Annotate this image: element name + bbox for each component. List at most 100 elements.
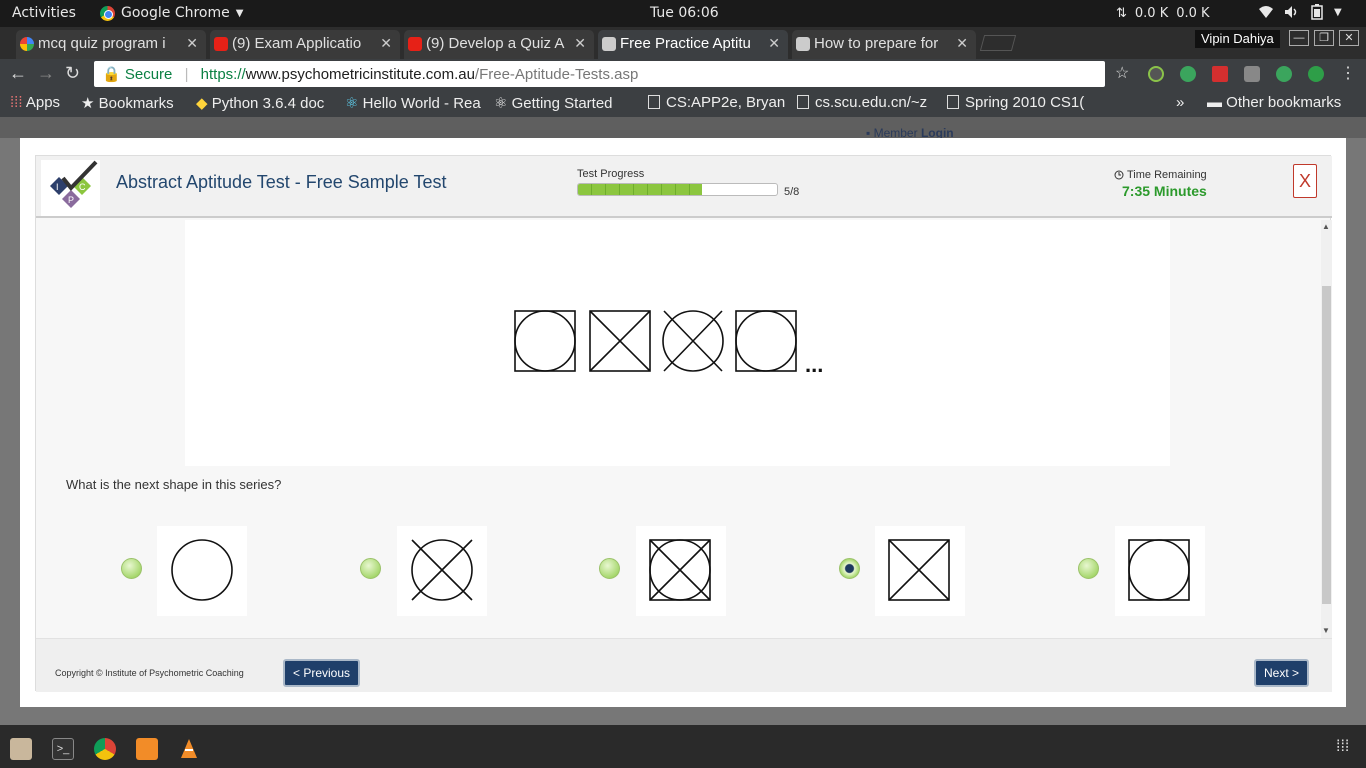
star-icon[interactable]: ☆: [1115, 63, 1129, 83]
previous-button[interactable]: < Previous: [283, 659, 361, 687]
next-button[interactable]: Next >: [1254, 659, 1310, 687]
answer-radio[interactable]: [1078, 558, 1099, 579]
tab-free-practice[interactable]: Free Practice Aptitu ✕: [598, 30, 788, 59]
answer-radio-selected[interactable]: [839, 558, 860, 579]
scroll-up-arrow-icon[interactable]: ▲: [1322, 222, 1330, 231]
extension-icon[interactable]: [1148, 66, 1164, 82]
show-applications-grid-icon[interactable]: ⁞⁞⁞: [1336, 738, 1358, 760]
close-icon[interactable]: ✕: [956, 35, 968, 52]
bookmark-label: Bookmarks: [98, 95, 174, 112]
tab-mcq-quiz[interactable]: mcq quiz program i ✕: [16, 30, 206, 59]
vlc-icon[interactable]: [178, 738, 200, 760]
menu-kebab-icon[interactable]: ⋮: [1340, 63, 1356, 83]
clock-icon: [1114, 170, 1124, 180]
grammarly-icon[interactable]: [1180, 66, 1196, 82]
bookmark-item[interactable]: cs.scu.edu.cn/~z: [797, 94, 935, 111]
forward-arrow-icon[interactable]: →: [37, 63, 55, 84]
url-scheme: https://: [200, 66, 246, 83]
sublime-text-icon[interactable]: [136, 738, 158, 760]
answer-shape-square-x[interactable]: [875, 526, 965, 616]
page-icon: [648, 95, 660, 109]
bookmark-item[interactable]: Spring 2010 CS1(: [947, 94, 1085, 111]
new-tab-button[interactable]: [979, 35, 1017, 51]
other-bookmarks-label: Other bookmarks: [1226, 94, 1342, 111]
terminal-icon[interactable]: >_: [52, 738, 74, 760]
transfer-icon: ⇅: [1116, 6, 1127, 21]
answer-shape-circle-x[interactable]: [397, 526, 487, 616]
answer-shape-square-circle[interactable]: [1115, 526, 1205, 616]
url-path: /Free-Aptitude-Tests.asp: [474, 66, 639, 83]
svg-text:P: P: [68, 195, 74, 205]
bookmark-label: Python 3.6.4 doc: [211, 95, 325, 112]
tab-strip: mcq quiz program i ✕ (9) Exam Applicatio…: [0, 27, 1366, 59]
tab-label: How to prepare for: [814, 35, 939, 52]
maximize-button[interactable]: ❐: [1314, 30, 1334, 46]
profile-button[interactable]: Vipin Dahiya: [1195, 30, 1280, 48]
tab-how-to-prepare[interactable]: How to prepare for ✕: [792, 30, 976, 59]
apps-shortcut[interactable]: ⁞⁞⁞ Apps: [10, 94, 60, 111]
browser-toolbar: ← → ↻ 🔒 Secure | https://www.psychometri…: [0, 59, 1366, 89]
bookmark-item[interactable]: ⚛ Getting Started: [494, 94, 632, 112]
tab-exam-application[interactable]: (9) Exam Applicatio ✕: [210, 30, 400, 59]
reload-icon[interactable]: ↻: [65, 63, 80, 84]
tab-develop-quiz[interactable]: (9) Develop a Quiz A ✕: [404, 30, 594, 59]
dollar-extension-icon[interactable]: [1276, 66, 1292, 82]
close-icon[interactable]: ✕: [186, 35, 198, 52]
apps-label: Apps: [25, 94, 61, 111]
progress-label: Test Progress: [577, 168, 645, 180]
youtube-icon: [408, 37, 422, 51]
net-up: 0.0 K: [1134, 6, 1169, 21]
time-remaining-label-group: Time Remaining: [1114, 169, 1207, 181]
files-icon[interactable]: [10, 738, 32, 760]
bookmark-item[interactable]: ★ Bookmarks: [81, 94, 174, 112]
bookmark-label: Spring 2010 CS1(: [965, 94, 1085, 111]
answer-shape-circle[interactable]: [157, 526, 247, 616]
close-icon[interactable]: ✕: [768, 35, 780, 52]
back-arrow-icon[interactable]: ←: [9, 63, 27, 84]
modal-title: Abstract Aptitude Test - Free Sample Tes…: [116, 172, 447, 192]
minimize-button[interactable]: —: [1289, 30, 1309, 46]
series-shape-square-x: [589, 310, 651, 372]
window-close-button[interactable]: ✕: [1339, 30, 1359, 46]
answer-radio[interactable]: [360, 558, 381, 579]
bookmarks-overflow-button[interactable]: »: [1176, 94, 1184, 111]
system-tray[interactable]: ▼: [1258, 4, 1342, 20]
series-shape-square-circle: [735, 310, 797, 372]
svg-text:I: I: [56, 182, 59, 192]
question-image: ...: [185, 220, 1170, 466]
ipc-favicon-icon: [796, 37, 810, 51]
answer-radio[interactable]: [599, 558, 620, 579]
chrome-icon[interactable]: [94, 738, 116, 760]
question-text: What is the next shape in this series?: [66, 477, 282, 492]
progress-bar: [577, 183, 778, 196]
app-menu-label: Google Chrome: [121, 5, 230, 21]
clock[interactable]: Tue 06:06: [650, 5, 719, 21]
answer-shape-square-circle-x[interactable]: [636, 526, 726, 616]
bookmark-label: CS:APP2e, Bryan: [666, 94, 786, 111]
app-menu[interactable]: Google Chrome ▼: [100, 5, 243, 21]
close-icon[interactable]: ✕: [380, 35, 392, 52]
bookmark-label: Getting Started: [511, 95, 613, 112]
other-bookmarks[interactable]: ▬ Other bookmarks: [1207, 94, 1341, 111]
bookmark-item[interactable]: CS:APP2e, Bryan: [648, 94, 786, 111]
address-bar[interactable]: 🔒 Secure | https://www.psychometricinsti…: [94, 61, 1105, 87]
pdf-extension-icon[interactable]: [1212, 66, 1228, 82]
answer-radio[interactable]: [121, 558, 142, 579]
time-remaining-label: Time Remaining: [1127, 169, 1207, 181]
bookmark-item[interactable]: ⚛ Hello World - Rea: [345, 94, 483, 112]
star-filled-icon: ★: [81, 95, 99, 112]
close-test-button[interactable]: X: [1293, 164, 1317, 198]
progress-count: 5/8: [784, 186, 800, 198]
scrollbar-thumb[interactable]: [1322, 286, 1331, 604]
scroll-down-arrow-icon[interactable]: ▼: [1322, 626, 1330, 635]
shield-icon[interactable]: [1244, 66, 1260, 82]
tab-label: (9) Develop a Quiz A: [426, 35, 565, 52]
activities-button[interactable]: Activities: [12, 5, 76, 21]
bookmark-item[interactable]: ◆ Python 3.6.4 doc: [196, 94, 334, 112]
grammar-extension-icon[interactable]: [1308, 66, 1324, 82]
page-icon: [947, 95, 959, 109]
series-ellipsis: ...: [805, 352, 823, 377]
close-icon[interactable]: ✕: [574, 35, 586, 52]
net-down: 0.0 K: [1176, 6, 1210, 21]
apps-grid-icon: ⁞⁞⁞: [10, 94, 23, 111]
